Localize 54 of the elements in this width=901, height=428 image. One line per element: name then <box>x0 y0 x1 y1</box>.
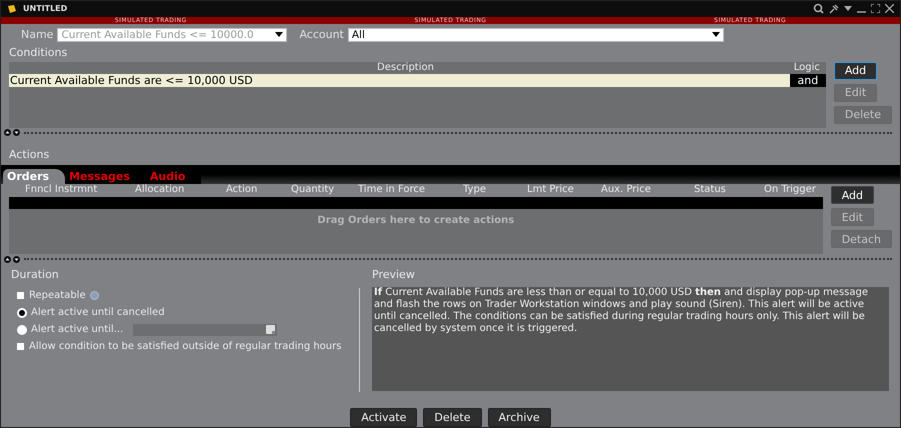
column-header: Action <box>226 184 258 197</box>
column-header: Logic <box>794 62 820 74</box>
caret-icon[interactable] <box>844 6 852 12</box>
column-header: Status <box>694 184 727 197</box>
collapse-up-icon[interactable] <box>4 129 11 136</box>
radio-button[interactable] <box>17 324 27 334</box>
footer-button[interactable]: Delete <box>423 408 482 427</box>
condition-row[interactable]: Current Available Funds are <= 10,000 USD and <box>9 74 826 87</box>
column-header: Type <box>463 184 487 197</box>
window-title: UNTITLED <box>23 4 68 14</box>
tab[interactable]: Messages <box>65 169 146 184</box>
caret-icon <box>275 32 284 38</box>
name-label: Name <box>21 28 54 42</box>
preview-text: If Current Available Funds are less than or equal to 10,000 USD then and display pop-up message and flash the rows on Trader Workstation windows and play sound (Siren). This alert will be active until cancelled. The conditions can be satisfied during regular trading hours only. This alert will be cancelled by system once it is triggered. <box>372 287 889 391</box>
checkbox[interactable] <box>17 343 24 350</box>
empty-table-hint: Drag Orders here to create actions <box>9 209 823 254</box>
column-header: Fnncl Instrmnt <box>25 184 98 197</box>
maximize-icon[interactable] <box>871 4 880 14</box>
date-field[interactable] <box>133 324 278 336</box>
table-cell-text: Current Available Funds are <= 10,000 USD <box>9 74 254 87</box>
condition-action-button[interactable]: Add <box>834 62 878 80</box>
option-label: Alert active until... <box>31 324 124 335</box>
column-header: Description <box>377 62 434 74</box>
collapse-down-icon[interactable] <box>13 129 20 136</box>
section-title: Actions <box>9 148 50 161</box>
preview-title: Preview <box>372 268 416 281</box>
footer-button[interactable]: Activate <box>350 408 418 427</box>
footer-button[interactable]: Archive <box>488 408 551 427</box>
duration-title: Duration <box>11 268 60 281</box>
tab[interactable]: Audio <box>146 169 202 184</box>
option-label: Repeatable <box>29 290 86 301</box>
collapse-up-icon[interactable] <box>4 256 11 262</box>
section-title: Conditions <box>9 46 68 59</box>
column-header: Quantity <box>291 184 336 197</box>
radio-button[interactable] <box>17 308 27 318</box>
search-icon[interactable] <box>813 3 824 14</box>
column-header: Aux. Price <box>601 184 652 197</box>
column-header: Allocation <box>135 184 186 197</box>
close-icon[interactable] <box>885 4 894 14</box>
option-label: Allow condition to be satisfied outside of regular trading hours <box>29 341 342 352</box>
option-label: Alert active until cancelled <box>31 307 165 318</box>
logic-cell: and <box>790 74 826 87</box>
column-header: Time in Force <box>358 184 426 197</box>
name-dropdown[interactable]: Current Available Funds <= 10000.0 <box>57 28 288 42</box>
collapse-down-icon[interactable] <box>13 256 20 262</box>
checkbox[interactable] <box>17 292 24 299</box>
order-action-button[interactable]: Add <box>830 186 874 204</box>
account-dropdown[interactable]: All <box>348 28 724 42</box>
tab[interactable]: Orders <box>3 169 66 184</box>
caret-icon <box>712 32 720 38</box>
calendar-icon[interactable] <box>266 325 276 334</box>
account-label: Account <box>299 28 344 42</box>
column-header: On Trigger <box>764 184 816 197</box>
column-header: Lmt Price <box>527 184 575 197</box>
